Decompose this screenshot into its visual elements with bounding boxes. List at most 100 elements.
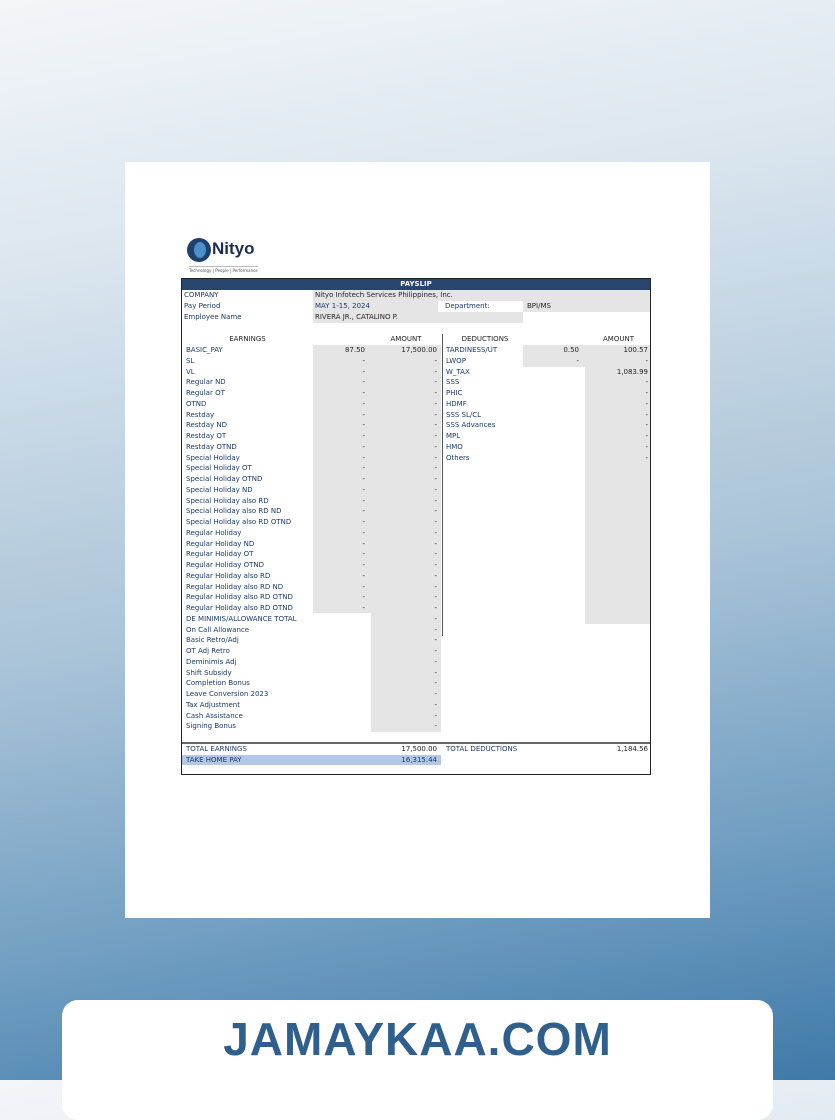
nityo-logo-icon	[187, 238, 211, 262]
deductions-row-qty: 0.50	[563, 346, 579, 354]
earnings-row-label: BASIC_PAY	[186, 346, 223, 354]
deductions-row-label: LWOP	[446, 356, 466, 365]
pay-period-value: MAY 1-15, 2024	[315, 302, 370, 310]
earnings-row-amount: -	[434, 464, 437, 473]
deductions-row-label: Others	[446, 453, 470, 462]
earnings-row-label: Regular Holiday also RD OTND	[186, 593, 293, 602]
earnings-row-label: Special Holiday OTND	[186, 475, 263, 483]
deductions-row-label: SSS	[446, 378, 460, 387]
earnings-row-label: Special Holiday	[186, 453, 240, 462]
earnings-row-label: Restday ND	[186, 421, 227, 430]
department-label: Department:	[445, 302, 490, 310]
earnings-row-qty: -	[362, 496, 365, 505]
earnings-row-amount: -	[434, 442, 437, 451]
deductions-row-amount: -	[645, 356, 648, 365]
earnings-row-amount: -	[434, 356, 437, 365]
earnings-row-label: On Call Allowance	[186, 625, 250, 634]
company-logo: Nityo Technology | People | Performance	[187, 238, 267, 274]
deductions-row-amount: -	[645, 432, 648, 440]
earnings-row-label: Regular Holiday ND	[186, 539, 255, 548]
employee-label: Employee Name	[184, 313, 242, 321]
earnings-row-amount: -	[434, 421, 437, 430]
earnings-row-label: Regular OT	[186, 389, 225, 397]
deductions-row-amount: -	[645, 410, 648, 419]
earnings-row-qty: -	[362, 421, 365, 430]
earnings-row-qty: -	[362, 453, 365, 462]
earnings-row-qty: -	[362, 378, 365, 387]
earnings-row-amount: -	[434, 367, 437, 376]
earnings-row-qty: -	[362, 550, 365, 559]
earnings-row-label: Restday OTND	[186, 442, 237, 451]
employee-value: RIVERA JR., CATALINO P.	[315, 313, 399, 321]
earnings-row-amount: -	[434, 647, 437, 655]
earnings-row-amount: -	[434, 722, 437, 731]
department-value: BPI/MS	[527, 302, 551, 310]
earnings-row-label: Basic Retro/Adj	[186, 636, 239, 645]
deductions-row-amount: -	[645, 442, 648, 451]
earnings-row-amount: -	[434, 507, 437, 516]
deductions-row-amount: -	[645, 399, 648, 408]
earnings-row-amount: -	[434, 593, 437, 602]
earnings-row-amount: -	[434, 625, 437, 634]
earnings-row-qty: -	[362, 485, 365, 494]
earnings-row-qty: -	[362, 356, 365, 365]
deductions-row-label: SSS Advances	[446, 421, 496, 430]
deductions-row-label: MPL	[446, 432, 461, 440]
earnings-row-amount: -	[434, 528, 437, 537]
earnings-row-qty: -	[362, 604, 365, 612]
earnings-row-label: SL	[186, 356, 195, 365]
company-value: Nityo Infotech Services Philippines, Inc…	[315, 291, 453, 299]
total-earnings-value: 17,500.00	[401, 745, 437, 753]
deductions-row-label: SSS SL/CL	[446, 410, 482, 419]
earnings-row-amount: -	[434, 410, 437, 419]
earnings-row-amount: -	[434, 679, 437, 688]
deductions-header: DEDUCTIONS	[461, 335, 509, 343]
earnings-header: EARNINGS	[229, 335, 266, 343]
earnings-row-label: Special Holiday also RD ND	[186, 507, 282, 516]
deductions-row-label: HDMF	[446, 399, 467, 408]
earnings-row-qty: 87.50	[344, 346, 365, 354]
total-deductions-label: TOTAL DEDUCTIONS	[446, 745, 518, 753]
earnings-row-amount: -	[434, 582, 437, 591]
take-home-value: 16,315.44	[401, 756, 437, 764]
earnings-row-qty: -	[362, 528, 365, 537]
deductions-row-label: W_TAX	[446, 367, 470, 376]
earnings-row-qty: -	[362, 475, 365, 483]
company-label: COMPANY	[184, 291, 219, 299]
earnings-row-amount: -	[434, 485, 437, 494]
deductions-row-qty: -	[576, 356, 579, 365]
earnings-row-amount: -	[434, 475, 437, 483]
earnings-row-label: Deminimis Adj	[186, 657, 237, 666]
earnings-row-label: OTND	[186, 399, 207, 408]
earnings-row-qty: -	[362, 593, 365, 602]
earnings-row-qty: -	[362, 399, 365, 408]
earnings-row-amount: -	[434, 614, 437, 623]
earnings-row-label: Restday	[186, 410, 215, 419]
earnings-row-label: Leave Conversion 2023	[186, 690, 269, 698]
earnings-row-label: Regular Holiday	[186, 528, 242, 537]
deductions-amount-header: AMOUNT	[603, 335, 634, 343]
earnings-row-label: Special Holiday also RD OTND	[186, 518, 292, 526]
earnings-row-amount: -	[434, 700, 437, 709]
take-home-label: TAKE HOME PAY	[186, 756, 242, 764]
earnings-row-label: VL	[186, 367, 195, 376]
deductions-row-amount: -	[645, 389, 648, 397]
total-earnings-label: TOTAL EARNINGS	[186, 745, 247, 753]
deductions-row-amount: -	[645, 378, 648, 387]
earnings-row-amount: 17,500.00	[401, 346, 437, 354]
earnings-row-amount: -	[434, 636, 437, 645]
earnings-row-amount: -	[434, 571, 437, 580]
earnings-row-label: Regular ND	[186, 378, 226, 387]
earnings-row-label: Regular Holiday OT	[186, 550, 254, 559]
earnings-row-label: Special Holiday ND	[186, 485, 253, 494]
earnings-row-label: OT Adj Retro	[186, 647, 230, 655]
earnings-row-label: Special Holiday also RD	[186, 496, 269, 505]
watermark-text: JAMAYKAA.COM	[223, 1013, 612, 1065]
logo-name: Nityo	[212, 239, 255, 258]
earnings-row-label: Regular Holiday also RD OTND	[186, 604, 293, 612]
earnings-row-qty: -	[362, 561, 365, 569]
deductions-row-label: HMO	[446, 442, 463, 451]
deductions-row-amount: 100.57	[623, 346, 649, 354]
earnings-row-qty: -	[362, 464, 365, 473]
earnings-row-label: Special Holiday OT	[186, 464, 252, 473]
